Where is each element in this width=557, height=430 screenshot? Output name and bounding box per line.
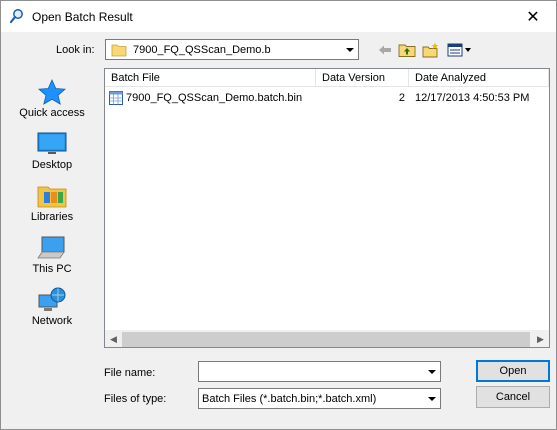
close-icon: ✕ <box>526 8 540 26</box>
place-label: This PC <box>32 263 72 275</box>
horizontal-scrollbar[interactable]: ◀ ▶ <box>105 330 549 347</box>
date-analyzed-cell: 12/17/2013 4:50:53 PM <box>415 92 530 104</box>
place-label: Libraries <box>30 211 74 223</box>
place-label: Desktop <box>31 159 73 171</box>
quick-access-star-icon <box>38 79 66 105</box>
cancel-button[interactable]: Cancel <box>476 386 550 408</box>
open-button[interactable]: Open <box>476 360 550 382</box>
column-header-data-version[interactable]: Data Version <box>316 69 409 87</box>
column-header-batch-file[interactable]: Batch File <box>105 69 316 87</box>
file-type-label: Files of type: <box>104 393 167 405</box>
back-arrow-icon <box>379 45 391 55</box>
place-libraries[interactable]: Libraries <box>9 179 95 231</box>
look-in-label: Look in: <box>56 44 95 56</box>
network-icon <box>38 287 66 311</box>
place-desktop[interactable]: Desktop <box>9 127 95 179</box>
file-name-label: File name: <box>104 367 156 379</box>
up-one-level-button[interactable] <box>396 40 418 60</box>
scrollbar-thumb[interactable] <box>122 332 530 347</box>
libraries-icon <box>37 186 67 208</box>
place-quick-access[interactable]: Quick access <box>9 75 95 127</box>
batch-file-icon <box>109 91 123 105</box>
scroll-left-icon[interactable]: ◀ <box>105 331 122 348</box>
view-menu-button[interactable] <box>446 40 474 60</box>
back-button[interactable] <box>374 40 396 60</box>
folder-up-icon <box>398 44 416 57</box>
place-network[interactable]: Network <box>9 283 95 335</box>
chevron-down-icon[interactable] <box>423 362 440 381</box>
file-list[interactable]: Batch File Data Version Date Analyzed 79… <box>104 68 550 348</box>
file-type-dropdown[interactable]: Batch Files (*.batch.bin;*.batch.xml) <box>198 388 441 409</box>
desktop-icon <box>37 132 67 154</box>
open-batch-result-dialog: Open Batch Result ✕ Look in: 7900_FQ_QSS… <box>0 0 557 430</box>
scroll-right-icon[interactable]: ▶ <box>532 331 549 348</box>
window-title: Open Batch Result <box>32 10 133 24</box>
column-header-date-analyzed[interactable]: Date Analyzed <box>409 69 549 87</box>
file-name-combobox[interactable] <box>198 361 441 382</box>
chevron-down-icon[interactable] <box>423 389 440 408</box>
new-folder-button[interactable] <box>420 40 442 60</box>
place-label: Network <box>31 315 73 327</box>
close-button[interactable]: ✕ <box>510 1 556 32</box>
file-type-value: Batch Files (*.batch.bin;*.batch.xml) <box>202 392 377 405</box>
new-folder-icon <box>422 42 439 58</box>
file-name-cell: 7900_FQ_QSScan_Demo.batch.bin <box>126 92 303 104</box>
place-label: Quick access <box>19 107 85 119</box>
search-document-icon <box>9 9 23 24</box>
place-this-pc[interactable]: This PC <box>9 231 95 283</box>
view-menu-icon <box>447 43 471 57</box>
look-in-value: 7900_FQ_QSScan_Demo.b <box>133 43 271 56</box>
file-row[interactable]: 7900_FQ_QSScan_Demo.batch.bin 2 12/17/20… <box>105 89 549 107</box>
title-bar: Open Batch Result ✕ <box>1 1 556 32</box>
folder-icon <box>111 44 127 56</box>
data-version-cell: 2 <box>398 92 405 104</box>
places-bar: Quick access Desktop Libraries This PC N… <box>9 68 95 336</box>
chevron-down-icon[interactable] <box>341 40 358 59</box>
look-in-dropdown[interactable]: 7900_FQ_QSScan_Demo.b <box>105 39 359 60</box>
this-pc-icon <box>37 236 65 259</box>
